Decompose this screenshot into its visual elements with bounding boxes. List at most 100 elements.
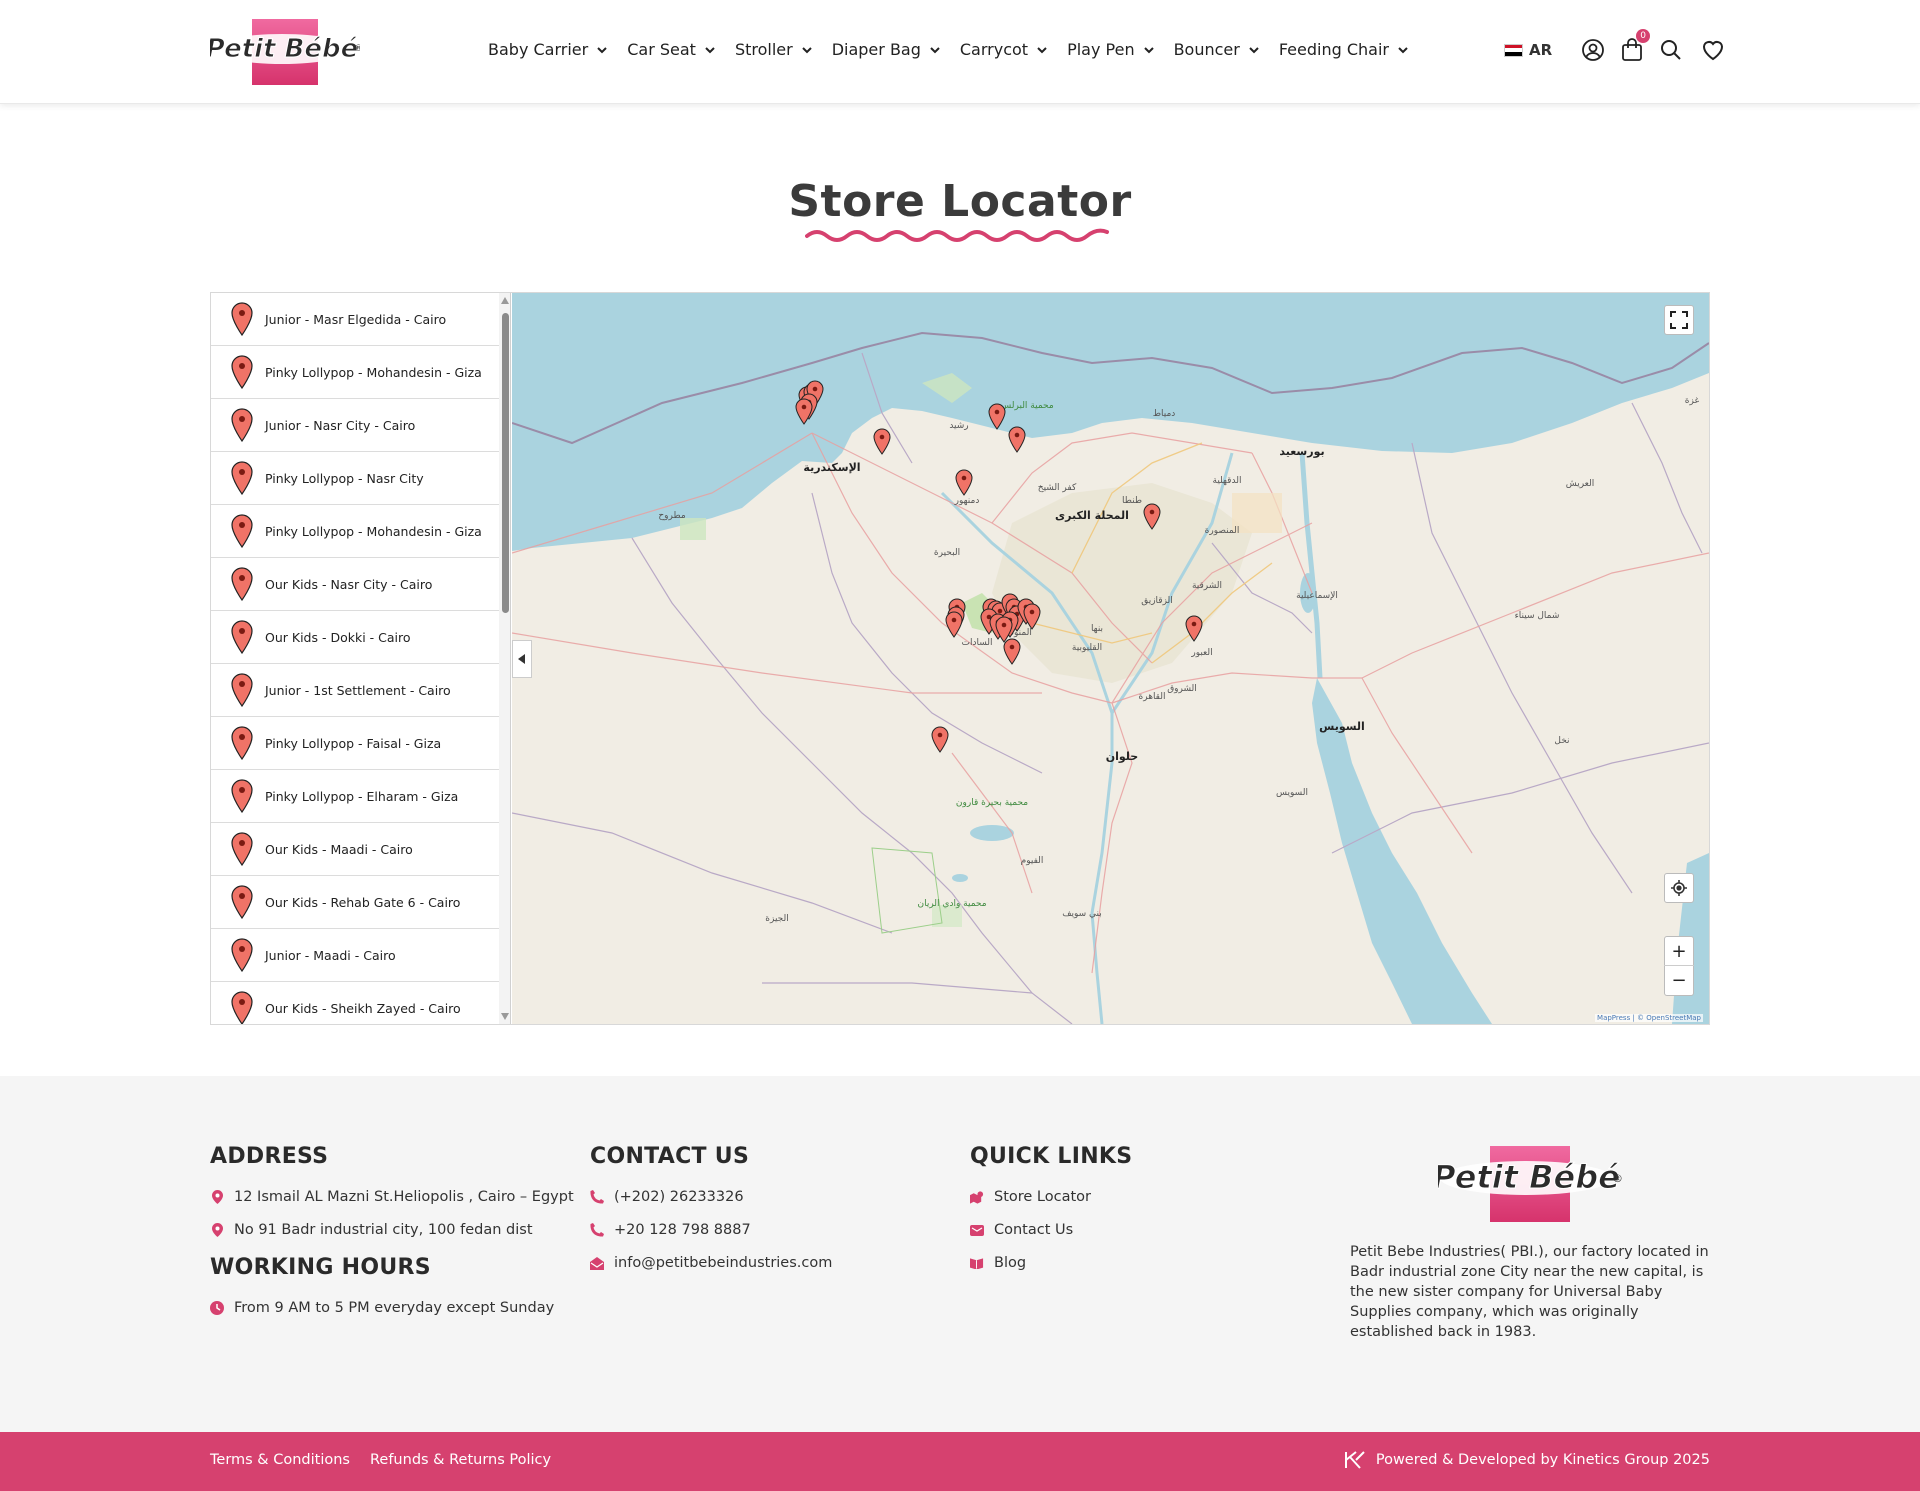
- title-underline-squiggle: [805, 228, 1109, 242]
- store-name: Our Kids - Rehab Gate 6 - Cairo: [265, 894, 461, 910]
- store-map[interactable]: الإسكندرية بورسعيد المحلة الكبرى الإسماع…: [512, 293, 1709, 1024]
- phone-text-1: (+202) 26233326: [614, 1189, 744, 1205]
- nav-item[interactable]: Play Pen: [1067, 40, 1174, 59]
- chevron-down-icon: [705, 46, 715, 53]
- map-pin-icon: [231, 408, 253, 442]
- kinetics-logo-icon: [1344, 1451, 1365, 1469]
- map-label-beni-suef: بني سويف: [1062, 909, 1102, 919]
- phone-link-2[interactable]: +20 128 798 8887: [590, 1222, 832, 1238]
- locate-me-button[interactable]: [1664, 873, 1694, 903]
- nav-item-label: Diaper Bag: [831, 40, 921, 59]
- email-link[interactable]: info@petitbebeindustries.com: [590, 1255, 832, 1271]
- store-list-item[interactable]: Pinky Lollypop - Nasr City: [211, 452, 499, 505]
- nav-item[interactable]: Diaper Bag: [832, 40, 960, 59]
- zoom-in-button[interactable]: +: [1664, 937, 1694, 967]
- store-list-item[interactable]: Our Kids - Rehab Gate 6 - Cairo: [211, 876, 499, 929]
- store-list-item[interactable]: Our Kids - Maadi - Cairo: [211, 823, 499, 876]
- nav-item-label: Stroller: [734, 40, 793, 59]
- site-logo[interactable]: Petit Bébé ®: [205, 19, 363, 85]
- store-list: Junior - Masr Elgedida - Cairo Pinky Loll…: [211, 293, 511, 1024]
- site-header: Petit Bébé ® Baby Carrier Car Seat Strolle…: [0, 0, 1920, 104]
- location-pin-icon: [210, 1223, 224, 1237]
- store-list-item[interactable]: Junior - Masr Elgedida - Cairo: [211, 293, 499, 346]
- store-list-item[interactable]: Junior - 1st Settlement - Cairo: [211, 664, 499, 717]
- nav-item[interactable]: Car Seat: [627, 40, 735, 59]
- store-name: Junior - 1st Settlement - Cairo: [265, 682, 451, 698]
- quick-link-blog[interactable]: Blog: [970, 1255, 1132, 1271]
- address-text-2: No 91 Badr industrial city, 100 fedan di…: [234, 1222, 533, 1238]
- language-switch[interactable]: AR: [1504, 41, 1552, 59]
- phone-link-1[interactable]: (+202) 26233326: [590, 1189, 832, 1205]
- store-list-item[interactable]: Pinky Lollypop - Mohandesin - Giza: [211, 505, 499, 558]
- nav-item[interactable]: Stroller: [735, 40, 832, 59]
- working-hours-heading: WORKING HOURS: [210, 1255, 431, 1280]
- store-list-item[interactable]: Pinky Lollypop - Faisal - Giza: [211, 717, 499, 770]
- contact-heading: CONTACT US: [590, 1144, 750, 1169]
- map-label-port-said: بورسعيد: [1279, 445, 1324, 458]
- map-label-qalyubia: القليوبية: [1072, 643, 1102, 653]
- main-nav: Baby Carrier Car Seat Stroller Diaper Bag Ca…: [488, 40, 1428, 59]
- nav-item[interactable]: Baby Carrier: [488, 40, 627, 59]
- quick-link-label: Blog: [994, 1255, 1027, 1271]
- zoom-out-button[interactable]: −: [1664, 966, 1694, 995]
- map-pin-icon: [231, 779, 253, 813]
- wishlist-heart-icon[interactable]: [1699, 36, 1727, 64]
- quick-link-label: Contact Us: [994, 1222, 1074, 1238]
- store-locator: Junior - Masr Elgedida - Cairo Pinky Loll…: [210, 292, 1710, 1025]
- nav-item[interactable]: Bouncer: [1174, 40, 1279, 59]
- fullscreen-button[interactable]: [1664, 305, 1694, 335]
- map-attribution[interactable]: MapPress | © OpenStreetMap: [1595, 1014, 1703, 1022]
- map-label-suez-gov: السويس: [1276, 788, 1308, 798]
- collapse-list-button[interactable]: [512, 640, 532, 678]
- phone-icon: [590, 1190, 604, 1204]
- quick-link-store-locator[interactable]: Store Locator: [970, 1189, 1132, 1205]
- refunds-link[interactable]: Refunds & Returns Policy: [370, 1452, 551, 1468]
- footer-logo[interactable]: Petit Bébé ®: [1432, 1144, 1623, 1224]
- store-list-item[interactable]: Pinky Lollypop - Elharam - Giza: [211, 770, 499, 823]
- email-text: info@petitbebeindustries.com: [614, 1255, 833, 1271]
- store-list-item[interactable]: Junior - Nasr City - Cairo: [211, 399, 499, 452]
- cart-icon[interactable]: 0: [1618, 29, 1651, 64]
- phone-text-2: +20 128 798 8887: [614, 1222, 751, 1238]
- map-label-damanhour: دمنهور: [954, 496, 980, 506]
- store-list-item[interactable]: Our Kids - Sheikh Zayed - Cairo: [211, 982, 499, 1024]
- map-label-zagazig: الزقازيق: [1141, 596, 1173, 606]
- store-list-scrollbar[interactable]: [499, 293, 510, 1024]
- store-list-item[interactable]: Junior - Maadi - Cairo: [211, 929, 499, 982]
- developer-credit-text: Powered & Developed by Kinetics Group 20…: [1375, 1452, 1710, 1468]
- map-pin-icon: [231, 620, 253, 654]
- language-label: AR: [1529, 41, 1553, 59]
- map-label-ismailia: الإسماعيلية: [1296, 591, 1338, 601]
- map-pin-icon: [231, 991, 253, 1024]
- store-name: Pinky Lollypop - Elharam - Giza: [265, 788, 459, 804]
- store-list-item[interactable]: Our Kids - Nasr City - Cairo: [211, 558, 499, 611]
- contact-envelope-icon: [970, 1223, 984, 1237]
- store-name: Junior - Maadi - Cairo: [265, 947, 396, 963]
- map-label-north-sinai: شمال سيناء: [1515, 611, 1560, 621]
- scroll-down-arrow-icon[interactable]: [501, 1013, 509, 1020]
- map-label-banha: بنها: [1091, 624, 1103, 634]
- nav-item[interactable]: Carrycot: [960, 40, 1067, 59]
- search-icon[interactable]: [1657, 36, 1685, 64]
- svg-text:Petit Bébé: Petit Bébé: [210, 34, 358, 64]
- store-list-item[interactable]: Pinky Lollypop - Mohandesin - Giza: [211, 346, 499, 399]
- store-name: Pinky Lollypop - Faisal - Giza: [265, 735, 442, 751]
- quick-link-contact-us[interactable]: Contact Us: [970, 1222, 1132, 1238]
- scroll-up-arrow-icon[interactable]: [501, 297, 509, 304]
- store-name: Pinky Lollypop - Mohandesin - Giza: [265, 364, 482, 380]
- scroll-thumb[interactable]: [502, 313, 509, 613]
- nav-item[interactable]: Feeding Chair: [1279, 40, 1428, 59]
- store-name: Junior - Masr Elgedida - Cairo: [265, 311, 447, 327]
- page-title: Store Locator: [788, 176, 1132, 227]
- store-list-item[interactable]: Our Kids - Dokki - Cairo: [211, 611, 499, 664]
- developer-credit[interactable]: Powered & Developed by Kinetics Group 20…: [1344, 1450, 1710, 1470]
- map-label-cairo: القاهرة: [1139, 692, 1166, 702]
- store-name: Junior - Nasr City - Cairo: [265, 417, 416, 433]
- svg-text:®: ®: [1612, 1172, 1622, 1185]
- map-label-rashid: رشيد: [949, 421, 968, 431]
- map-label-dakahlia: الدقهلية: [1213, 476, 1242, 486]
- terms-link[interactable]: Terms & Conditions: [210, 1452, 350, 1468]
- address-heading: ADDRESS: [210, 1144, 329, 1169]
- account-icon[interactable]: [1579, 36, 1607, 64]
- map-pin-icon: [231, 832, 253, 866]
